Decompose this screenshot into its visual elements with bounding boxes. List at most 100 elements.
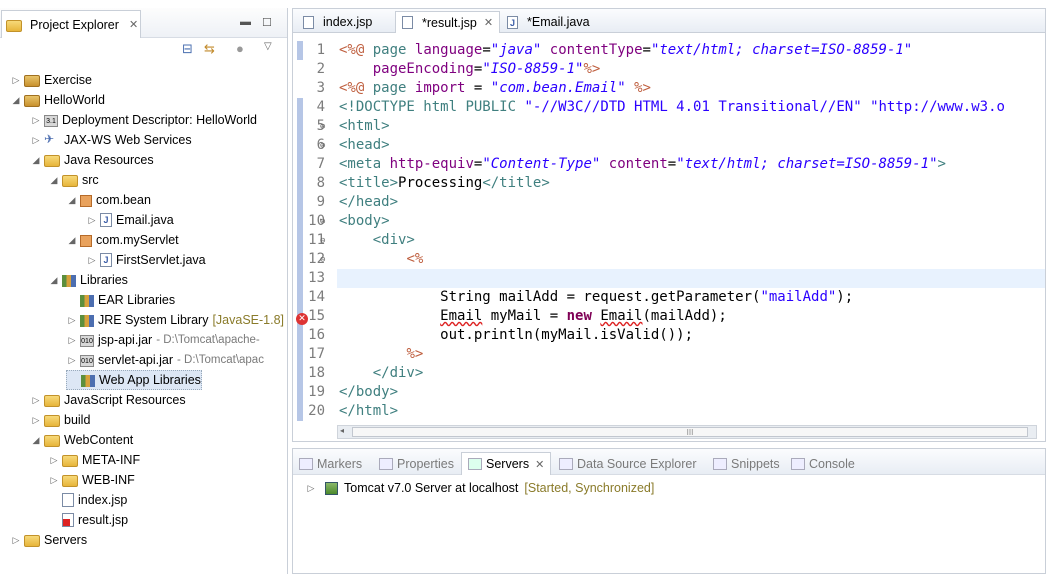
expand-arrow-icon[interactable]: ▷ [86, 215, 98, 226]
tree-item[interactable]: ▷ build [30, 410, 90, 430]
expand-arrow-icon[interactable]: ▷ [48, 475, 60, 486]
source-folder-icon [62, 175, 78, 187]
tree-item-suffix: - D:\Tomcat\apac [177, 354, 264, 366]
tree-item[interactable]: ◢ HelloWorld [10, 90, 105, 110]
horizontal-scrollbar[interactable]: ◂ III [337, 425, 1037, 439]
close-icon[interactable]: ✕ [484, 16, 493, 29]
snippets-icon [713, 457, 727, 470]
tree-item-label: com.bean [96, 193, 151, 207]
expand-arrow-icon[interactable]: ▷ [305, 483, 317, 494]
tree-item[interactable]: result.jsp [48, 510, 128, 530]
code-line: <div> [372, 232, 415, 248]
tree-item[interactable]: EAR Libraries [66, 290, 175, 310]
tree-item-label: WEB-INF [82, 473, 135, 487]
java-file-icon: J [507, 15, 518, 29]
code-line: <%@ page language="java" contentType="te… [339, 42, 913, 58]
expand-arrow-icon[interactable]: ▷ [86, 255, 98, 266]
tree-item-label: Web App Libraries [99, 373, 201, 387]
expand-arrow-icon[interactable]: ▷ [30, 115, 42, 126]
code-line: %> [406, 346, 424, 362]
collapse-arrow-icon[interactable]: ◢ [48, 275, 60, 286]
servers-panel: Markers Properties Servers ✕ Data Source… [292, 448, 1046, 574]
code-editor[interactable]: 1 2 3 4 5 6 7 8 9 10 11 12 13 14 15 16 1… [293, 41, 1045, 423]
data-source-icon [559, 457, 573, 470]
fold-icon[interactable]: ⊖ [320, 141, 325, 151]
expand-arrow-icon[interactable]: ▷ [66, 355, 78, 366]
filter-icon[interactable]: ● [236, 41, 244, 56]
expand-arrow-icon[interactable]: ▷ [30, 135, 42, 146]
tab-label: *result.jsp [422, 15, 477, 30]
link-with-editor-icon[interactable]: ⇆ [204, 41, 215, 57]
tree-item[interactable]: ◢ Libraries [48, 270, 128, 290]
tree-item[interactable]: ◢ src [48, 170, 99, 190]
tab-label: Snippets [731, 456, 780, 471]
tab-snippets[interactable]: Snippets [713, 452, 780, 475]
folder-icon [62, 475, 78, 487]
close-icon[interactable]: ✕ [129, 18, 138, 31]
tree-item[interactable]: ▷ 010 servlet-api.jar - D:\Tomcat\apac [66, 350, 264, 370]
minimize-icon[interactable]: ▬ [240, 16, 251, 28]
tree-item-label: Deployment Descriptor: HelloWorld [62, 113, 257, 127]
expand-arrow-icon[interactable]: ▷ [66, 335, 78, 346]
collapse-all-icon[interactable]: ⊟ [182, 41, 193, 57]
view-menu-icon[interactable]: ▽ [264, 41, 272, 52]
tab-console[interactable]: Console [791, 452, 855, 475]
code-line: Email myMail = new Email(mailAdd); [440, 308, 727, 324]
scrollbar-thumb[interactable]: III [352, 427, 1028, 437]
collapse-arrow-icon[interactable]: ◢ [30, 155, 42, 166]
expand-arrow-icon[interactable]: ▷ [30, 415, 42, 426]
tree-item[interactable]: ◢ WebContent [30, 430, 133, 450]
tree-item[interactable]: ◢ com.myServlet [66, 230, 179, 250]
tab-data-source-explorer[interactable]: Data Source Explorer [559, 452, 697, 475]
tab-markers[interactable]: Markers [299, 452, 362, 475]
tab-result-jsp[interactable]: *result.jsp ✕ [395, 11, 501, 33]
expand-arrow-icon[interactable]: ▷ [30, 395, 42, 406]
tree-item[interactable]: ▷ J FirstServlet.java [86, 250, 206, 270]
maximize-icon[interactable]: ☐ [262, 16, 272, 29]
fold-icon[interactable]: ⊖ [320, 122, 325, 132]
line-number: 20 [308, 403, 325, 419]
collapse-arrow-icon[interactable]: ◢ [66, 195, 78, 206]
tree-item[interactable]: ▷ 3.1 Deployment Descriptor: HelloWorld [30, 110, 257, 130]
tree-item[interactable]: index.jsp [48, 490, 127, 510]
tree-item-suffix: [JavaSE-1.8] [212, 313, 285, 327]
expand-arrow-icon[interactable]: ▷ [66, 315, 78, 326]
tree-item[interactable]: ▷ META-INF [48, 450, 140, 470]
expand-arrow-icon[interactable]: ▷ [10, 75, 22, 86]
tree-item[interactable]: ◢ com.bean [66, 190, 151, 210]
expand-arrow-icon[interactable]: ▷ [48, 455, 60, 466]
tree-item[interactable]: ▷ Servers [10, 530, 87, 550]
tab-project-explorer[interactable]: Project Explorer ✕ [1, 10, 141, 38]
tree-item[interactable]: ▷ Exercise [10, 70, 92, 90]
collapse-arrow-icon[interactable]: ◢ [10, 95, 22, 106]
java-file-icon: J [100, 213, 112, 227]
close-icon[interactable]: ✕ [535, 458, 544, 471]
line-number: 19 [308, 384, 325, 400]
tree-item[interactable]: ▷ JRE System Library [JavaSE-1.8] [66, 310, 284, 330]
java-resources-icon [44, 155, 60, 167]
line-number: 7 [316, 156, 325, 172]
server-entry[interactable]: ▷ Tomcat v7.0 Server at localhost [Start… [305, 479, 655, 497]
scroll-left-icon[interactable]: ◂ [340, 426, 344, 435]
explorer-tabbar: Project Explorer ✕ ▬ ☐ [0, 8, 287, 38]
collapse-arrow-icon[interactable]: ◢ [30, 435, 42, 446]
fold-icon[interactable]: ⊖ [320, 255, 325, 265]
tab-properties[interactable]: Properties [379, 452, 454, 475]
tree-item[interactable]: ▷ JavaScript Resources [30, 390, 186, 410]
tree-item[interactable]: ▷ WEB-INF [48, 470, 135, 490]
tab-index-jsp[interactable]: index.jsp [297, 11, 378, 33]
tree-item[interactable]: ◢ Java Resources [30, 150, 154, 170]
expand-arrow-icon[interactable]: ▷ [10, 535, 22, 546]
collapse-arrow-icon[interactable]: ◢ [48, 175, 60, 186]
tree-item[interactable]: ▷ J Email.java [86, 210, 174, 230]
console-icon [791, 457, 805, 470]
tree-item-selected[interactable]: Web App Libraries [66, 370, 202, 390]
fold-icon[interactable]: ⊖ [320, 217, 325, 227]
collapse-arrow-icon[interactable]: ◢ [66, 235, 78, 246]
tab-email-java[interactable]: J *Email.java [501, 11, 596, 33]
tab-servers[interactable]: Servers ✕ [461, 452, 552, 475]
tree-item[interactable]: ▷ 010 jsp-api.jar - D:\Tomcat\apache- [66, 330, 260, 350]
error-marker-icon[interactable]: ✕ [296, 313, 308, 325]
fold-icon[interactable]: ⊖ [320, 236, 325, 246]
tree-item[interactable]: ▷ ✈ JAX-WS Web Services [30, 130, 192, 150]
